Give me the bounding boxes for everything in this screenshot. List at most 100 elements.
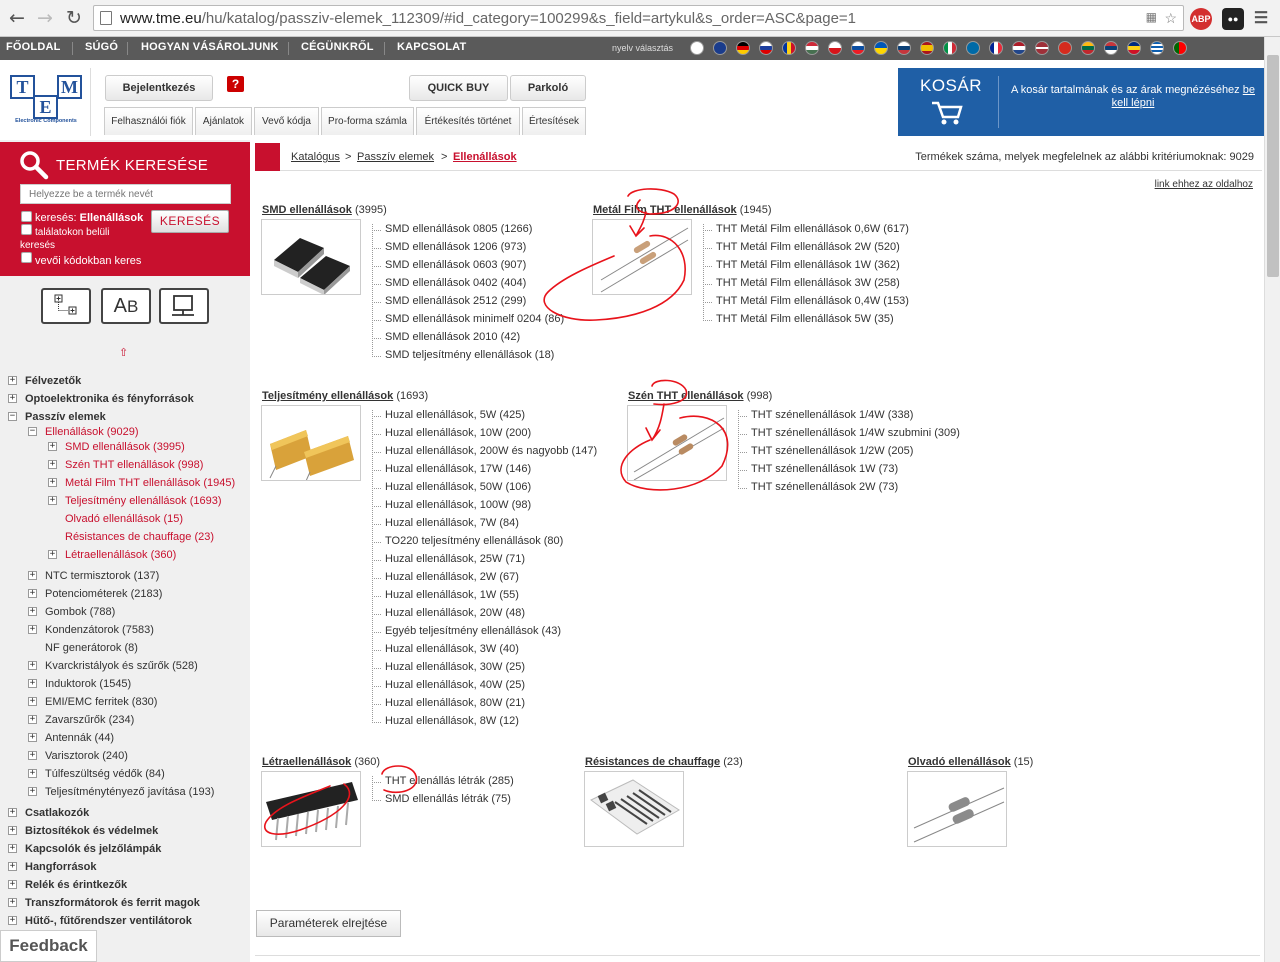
hide-parameters-button[interactable]: Paraméterek elrejtése	[256, 910, 401, 937]
flag-icon[interactable]	[1173, 41, 1187, 55]
category-link[interactable]: Teljesítmény ellenállások	[262, 390, 393, 402]
subcategory-link[interactable]: Huzal ellenállások, 200W és nagyobb (147…	[371, 445, 597, 457]
heating-resistor-image[interactable]	[584, 771, 684, 847]
parking-button[interactable]: Parkoló	[510, 75, 586, 101]
subcategory-link[interactable]: Huzal ellenállások, 25W (71)	[371, 553, 525, 565]
tree-item[interactable]: Kapcsolók és jelzőlámpák	[25, 841, 161, 857]
flag-icon[interactable]	[828, 41, 842, 55]
subcategory-link[interactable]: THT szénellenállások 1/2W (205)	[737, 445, 913, 457]
tree-item[interactable]: Gombok (788)	[45, 604, 115, 620]
flag-icon[interactable]	[1012, 41, 1026, 55]
tree-toggle-icon[interactable]: +	[28, 571, 37, 580]
ladder-resistor-image[interactable]	[261, 771, 361, 847]
tree-toggle-icon[interactable]: +	[8, 898, 17, 907]
tab-offers[interactable]: Ajánlatok	[195, 107, 252, 135]
tree-item[interactable]: Optoelektronika és fényforrások	[25, 391, 194, 407]
carbon-resistor-image[interactable]	[627, 405, 727, 481]
subcategory-link[interactable]: Huzal ellenállások, 8W (12)	[372, 715, 519, 727]
tree-toggle-icon[interactable]: −	[8, 412, 17, 421]
search-category-checkbox[interactable]	[21, 211, 32, 222]
tree-toggle-icon[interactable]: +	[8, 880, 17, 889]
login-button[interactable]: Bejelentkezés	[105, 75, 213, 101]
subcategory-link[interactable]: Huzal ellenállások, 20W (48)	[371, 607, 525, 619]
search-button[interactable]: KERESÉS	[151, 210, 229, 233]
subcategory-link[interactable]: THT Metál Film ellenállások 3W (258)	[703, 277, 900, 289]
flag-icon[interactable]	[920, 41, 934, 55]
subcategory-link[interactable]: Huzal ellenállások, 30W (25)	[371, 661, 525, 673]
tree-item[interactable]: Transzformátorok és ferrit magok	[25, 895, 200, 911]
flag-icon[interactable]	[759, 41, 773, 55]
tree-item[interactable]: NF generátorok (8)	[45, 640, 138, 656]
tree-item[interactable]: Potenciométerek (2183)	[45, 586, 162, 602]
subcategory-link[interactable]: THT szénellenállások 1W (73)	[737, 463, 898, 475]
permalink[interactable]: link ehhez az oldalhoz	[1155, 179, 1253, 190]
subcategory-link[interactable]: THT ellenállás létrák (285)	[372, 775, 514, 787]
tree-item[interactable]: Biztosítékok és védelmek	[25, 823, 158, 839]
subcategory-link[interactable]: Huzal ellenállások, 10W (200)	[371, 427, 531, 439]
tree-item[interactable]: Passzív elemek	[25, 409, 106, 425]
grid-view-button[interactable]	[159, 288, 209, 324]
fusible-resistor-image[interactable]	[907, 771, 1007, 847]
tree-item[interactable]: Félvezetők	[25, 373, 81, 389]
menu-about[interactable]: CÉGÜNKRŐL	[301, 41, 374, 53]
power-resistor-image[interactable]	[261, 405, 361, 481]
tree-toggle-icon[interactable]: +	[28, 625, 37, 634]
subcategory-link[interactable]: Huzal ellenállások, 17W (146)	[371, 463, 531, 475]
breadcrumb-passive[interactable]: Passzív elemek	[357, 151, 434, 163]
menu-help[interactable]: SÚGÓ	[85, 41, 118, 53]
tree-toggle-icon[interactable]: +	[28, 697, 37, 706]
category-link[interactable]: Szén THT ellenállások	[628, 390, 744, 402]
tree-toggle-icon[interactable]: +	[48, 442, 57, 451]
tree-item[interactable]: Olvadó ellenállások (15)	[65, 511, 183, 527]
tree-item[interactable]: Résistances de chauffage (23)	[65, 529, 214, 545]
tree-item[interactable]: EMI/EMC ferritek (830)	[45, 694, 157, 710]
tree-item[interactable]: NTC termisztorok (137)	[45, 568, 159, 584]
tree-toggle-icon[interactable]: +	[28, 589, 37, 598]
metal-film-resistor-image[interactable]	[592, 219, 692, 295]
subcategory-link[interactable]: SMD ellenállások 2010 (42)	[371, 331, 520, 343]
tree-toggle-icon[interactable]: +	[28, 733, 37, 742]
flag-icon[interactable]	[851, 41, 865, 55]
page-scrollbar[interactable]	[1264, 37, 1280, 962]
subcategory-link[interactable]: SMD teljesítmény ellenállások (18)	[371, 349, 554, 361]
flag-icon[interactable]	[690, 41, 704, 55]
flag-icon[interactable]	[897, 41, 911, 55]
flag-icon[interactable]	[943, 41, 957, 55]
flag-icon[interactable]	[736, 41, 750, 55]
tab-notifications[interactable]: Értesítések	[522, 107, 586, 135]
cart-panel[interactable]: KOSÁR A kosár tartalmának és az árak meg…	[898, 68, 1264, 136]
tree-item[interactable]: SMD ellenállások (3995)	[65, 439, 185, 455]
subcategory-link[interactable]: Huzal ellenállások, 100W (98)	[371, 499, 531, 511]
smd-resistor-image[interactable]	[261, 219, 361, 295]
tree-item[interactable]: Ellenállások (9029)	[45, 424, 139, 440]
extension-icon[interactable]: ●●	[1222, 8, 1244, 30]
back-icon[interactable]: ←	[6, 7, 28, 29]
address-bar[interactable]: www.tme.eu/hu/katalog/passziv-elemek_112…	[93, 5, 1184, 31]
tree-toggle-icon[interactable]: +	[8, 916, 17, 925]
menu-contact[interactable]: KAPCSOLAT	[397, 41, 466, 53]
alphabetical-view-button[interactable]: AB	[101, 288, 151, 324]
subcategory-link[interactable]: SMD ellenállások 0603 (907)	[371, 259, 526, 271]
forward-icon[interactable]: →	[34, 7, 56, 29]
subcategory-link[interactable]: Huzal ellenállások, 50W (106)	[371, 481, 531, 493]
tree-view-button[interactable]	[41, 288, 91, 324]
tree-item[interactable]: Antennák (44)	[45, 730, 114, 746]
translate-icon[interactable]: ▦	[1146, 10, 1157, 24]
subcategory-link[interactable]: Huzal ellenállások, 1W (55)	[372, 589, 519, 601]
tree-toggle-icon[interactable]: +	[28, 607, 37, 616]
subcategory-link[interactable]: Egyéb teljesítmény ellenállások (43)	[371, 625, 561, 637]
flag-icon[interactable]	[989, 41, 1003, 55]
tree-item[interactable]: Zavarszűrők (234)	[45, 712, 134, 728]
tree-toggle-icon[interactable]: +	[8, 808, 17, 817]
tree-toggle-icon[interactable]: −	[28, 427, 37, 436]
category-link[interactable]: SMD ellenállások	[262, 204, 352, 216]
subcategory-link[interactable]: SMD ellenállások minimelf 0204 (86)	[371, 313, 564, 325]
search-input[interactable]	[20, 184, 231, 204]
category-link[interactable]: Résistances de chauffage	[585, 756, 720, 768]
subcategory-link[interactable]: Huzal ellenállások, 80W (21)	[371, 697, 525, 709]
category-link[interactable]: Metál Film THT ellenállások	[593, 204, 737, 216]
tree-toggle-icon[interactable]: +	[48, 478, 57, 487]
tree-toggle-icon[interactable]: +	[48, 496, 57, 505]
tme-logo[interactable]: T M E Electronic Components	[8, 75, 84, 131]
category-link[interactable]: Olvadó ellenállások	[908, 756, 1011, 768]
